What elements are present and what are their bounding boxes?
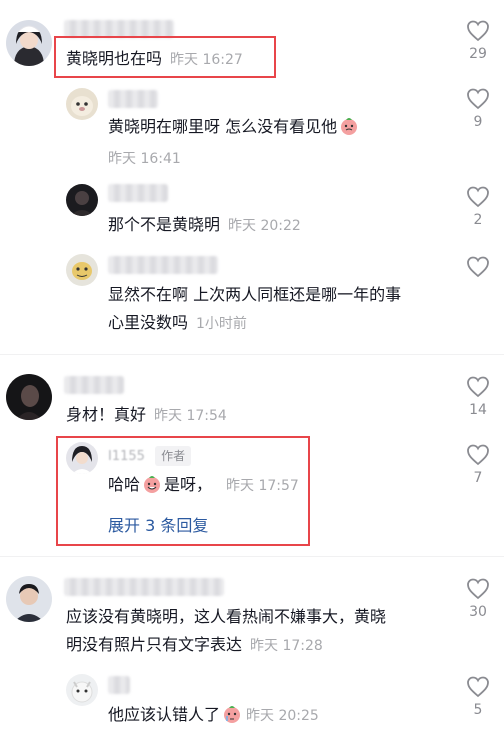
username[interactable]	[108, 676, 130, 694]
username[interactable]	[108, 184, 168, 202]
comment-time: 昨天 20:22	[228, 218, 301, 234]
like-button[interactable]: 9	[464, 88, 492, 130]
like-count: 14	[469, 402, 487, 418]
heart-icon	[467, 578, 489, 600]
avatar[interactable]	[66, 254, 98, 286]
heart-icon	[467, 186, 489, 208]
comment-text: 应该没有黄晓明，这人看热闹不嫌事大，黄晓	[66, 607, 387, 626]
expand-replies-link[interactable]: 展开 3 条回复	[108, 512, 208, 536]
like-button[interactable]	[464, 256, 492, 278]
username[interactable]	[64, 578, 224, 596]
comment-time: 昨天 17:28	[250, 638, 323, 654]
author-badge: 作者	[155, 446, 192, 466]
like-count: 30	[469, 604, 487, 620]
comment-text: 哈哈 是呀， 昨天 17:57	[108, 474, 299, 494]
avatar[interactable]	[66, 442, 98, 474]
comment-time: 昨天 17:57	[226, 478, 299, 494]
heart-icon	[467, 376, 489, 398]
heart-icon	[467, 676, 489, 698]
like-button[interactable]: 5	[464, 676, 492, 718]
like-count: 9	[473, 114, 483, 130]
comment-time: 昨天 16:41	[108, 151, 181, 167]
comment-text: 那个不是黄晓明 昨天 20:22	[108, 215, 301, 234]
comment-time: 昨天 16:27	[170, 52, 243, 68]
like-count: 2	[473, 212, 483, 228]
like-count: 7	[473, 470, 483, 486]
like-button[interactable]: 30	[464, 578, 492, 620]
avatar[interactable]	[66, 674, 98, 706]
emoji-icon	[222, 704, 242, 724]
like-count: 29	[469, 46, 487, 62]
heart-icon	[467, 256, 489, 278]
avatar[interactable]	[6, 576, 52, 622]
like-button[interactable]: 2	[464, 186, 492, 228]
like-button[interactable]: 7	[464, 444, 492, 486]
comment-text: 他应该认错人了 昨天 20:25	[108, 704, 319, 724]
comment-time: 昨天 20:25	[246, 708, 319, 724]
comment-text: 身材！真好 昨天 17:54	[66, 405, 227, 424]
emoji-icon	[339, 116, 359, 136]
heart-icon	[467, 20, 489, 42]
username-row: I1155 作者	[108, 446, 192, 466]
avatar[interactable]	[66, 88, 98, 120]
comment-text: 显然不在啊 上次两人同框还是哪一年的事	[108, 285, 402, 304]
username[interactable]	[64, 376, 124, 394]
like-button[interactable]: 29	[464, 20, 492, 62]
heart-icon	[467, 444, 489, 466]
comment-text: 黄晓明在哪里呀 怎么没有看见他	[108, 114, 361, 140]
avatar[interactable]	[6, 374, 52, 420]
avatar[interactable]	[66, 184, 98, 216]
divider	[0, 556, 504, 557]
username[interactable]	[108, 90, 158, 108]
emoji-icon	[142, 474, 162, 494]
like-button[interactable]: 14	[464, 376, 492, 418]
heart-icon	[467, 88, 489, 110]
comment-text-line2: 明没有照片只有文字表达 昨天 17:28	[66, 635, 323, 654]
comment-text-line2: 心里没数吗 1小时前	[108, 313, 247, 332]
username[interactable]: I1155	[108, 449, 145, 464]
avatar[interactable]	[6, 20, 52, 66]
like-count: 5	[473, 702, 483, 718]
username[interactable]	[108, 256, 218, 274]
comment-time: 昨天 17:54	[154, 408, 227, 424]
comment-text: 黄晓明也在吗 昨天 16:27	[66, 49, 243, 68]
comment-time: 1小时前	[196, 316, 247, 332]
divider	[0, 354, 504, 355]
